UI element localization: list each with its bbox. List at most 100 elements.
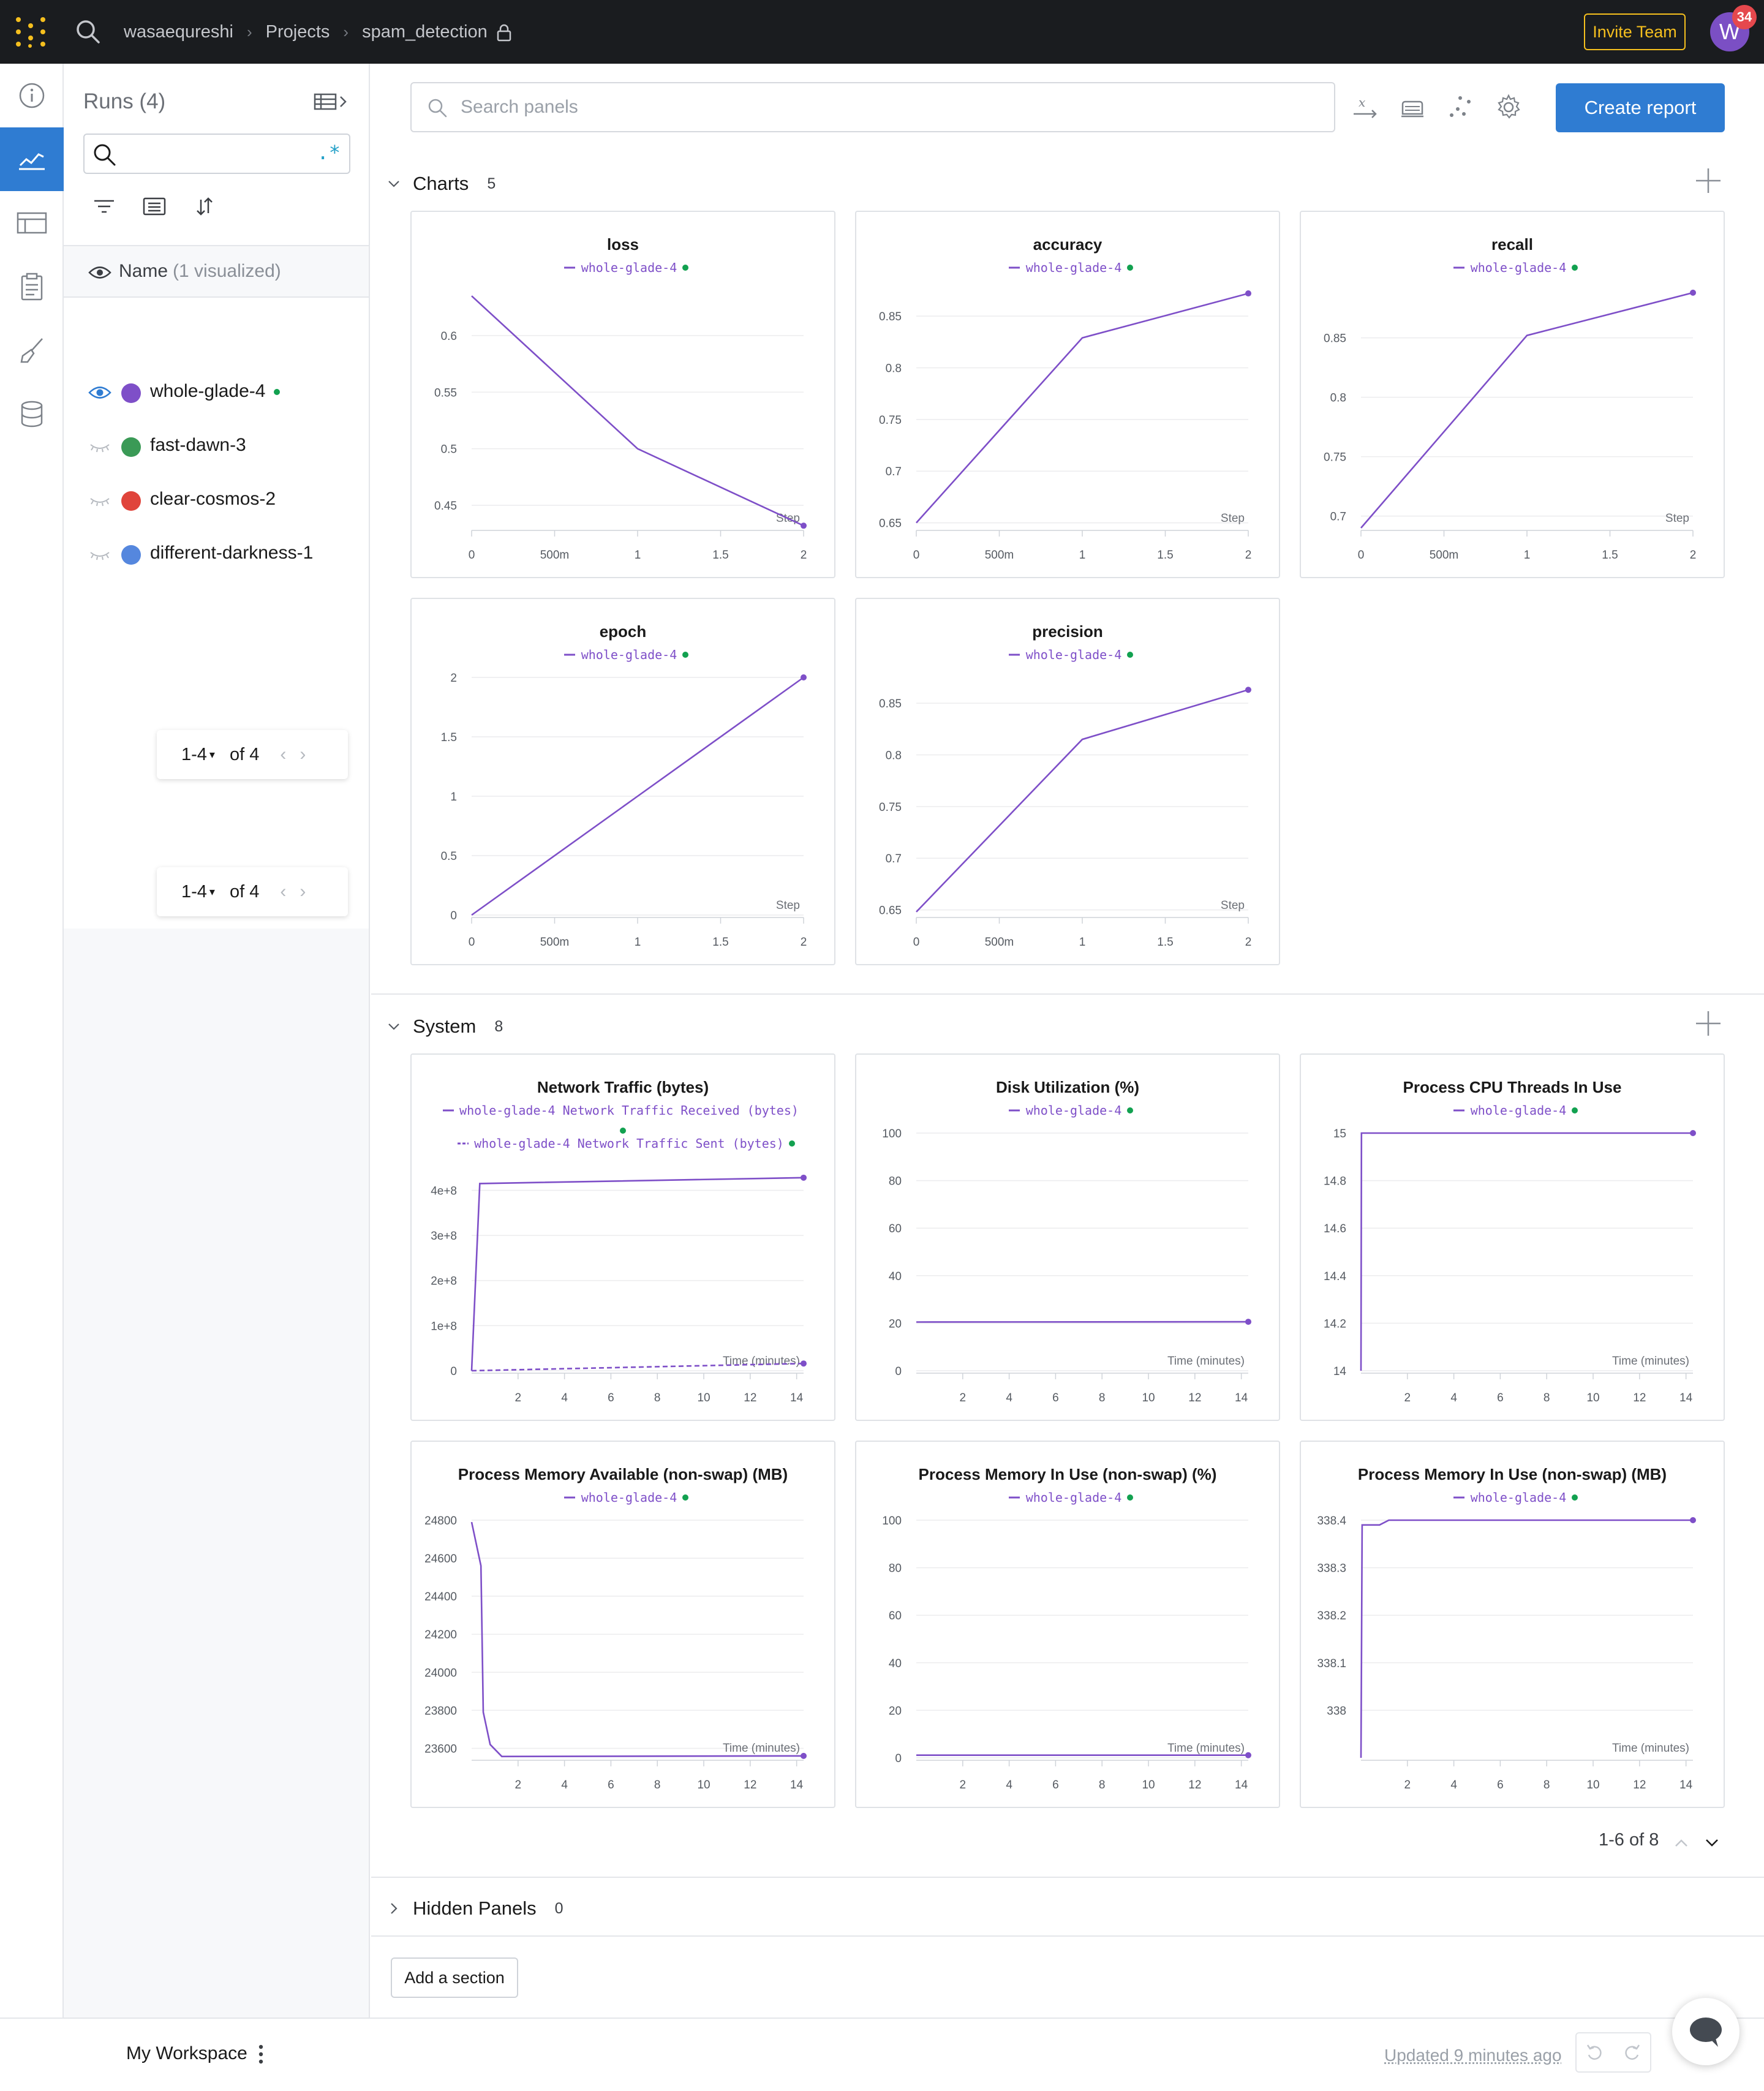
section-system-header[interactable]: System 8 — [387, 1008, 503, 1045]
add-section-button[interactable]: Add a section — [391, 1957, 518, 1998]
add-panel-plus-icon[interactable] — [1694, 167, 1722, 195]
runs-search-input[interactable]: .* — [83, 134, 350, 174]
sort-icon[interactable] — [192, 196, 217, 217]
legend-entry[interactable]: whole-glade-4 — [1453, 1103, 1578, 1118]
chart-panel-memory-available[interactable]: Process Memory Available (non-swap) (MB)… — [410, 1441, 835, 1808]
series-line[interactable] — [916, 688, 1249, 913]
legend-entry[interactable]: whole-glade-4 — [1009, 647, 1133, 662]
section-hidden-header[interactable]: Hidden Panels 0 — [387, 1890, 564, 1927]
pager-arrows-icon[interactable]: ‹› — [280, 744, 319, 765]
run-color-dot[interactable] — [121, 437, 141, 457]
x-tick-label: 1.5 — [1157, 936, 1173, 949]
breadcrumb: wasaequreshi › Projects › spam_detection — [124, 0, 512, 64]
pager-arrows-icon[interactable]: ‹› — [280, 881, 319, 902]
chart-panel-network-traffic[interactable]: Network Traffic (bytes) whole-glade-4 Net… — [410, 1053, 835, 1421]
group-icon[interactable] — [142, 196, 167, 217]
outliers-icon[interactable] — [1447, 93, 1475, 121]
smoothing-icon[interactable] — [1399, 93, 1427, 121]
legend-label: whole-glade-4 — [1026, 647, 1122, 662]
rail-artifacts[interactable] — [0, 382, 64, 446]
kebab-menu-icon[interactable] — [257, 2043, 265, 2065]
series-line[interactable] — [1360, 1132, 1693, 1371]
run-row[interactable]: whole-glade-4 — [64, 366, 369, 420]
column-name-label[interactable]: Name — [119, 261, 168, 282]
search-icon[interactable] — [74, 17, 103, 47]
eye-closed-icon[interactable] — [88, 439, 111, 454]
section-count: 0 — [554, 1899, 564, 1917]
workspace-name[interactable]: My Workspace — [126, 2043, 247, 2064]
chart-panel-memory-in-use-mb[interactable]: Process Memory In Use (non-swap) (MB) who… — [1300, 1441, 1725, 1808]
rail-sweeps[interactable] — [0, 318, 64, 382]
y-tick-label: 15 — [1333, 1128, 1346, 1140]
run-row[interactable]: different-darkness-1 — [64, 528, 369, 582]
legend-entry[interactable]: whole-glade-4 — [1453, 1490, 1578, 1505]
chart-title: Network Traffic (bytes) — [537, 1078, 709, 1096]
undo-icon[interactable] — [1585, 2043, 1605, 2062]
eye-closed-icon[interactable] — [88, 546, 111, 562]
chevron-down-icon[interactable] — [1703, 1834, 1721, 1852]
series-line[interactable] — [1360, 1519, 1693, 1758]
rail-table[interactable] — [0, 191, 64, 255]
run-color-dot[interactable] — [121, 491, 141, 511]
eye-closed-icon[interactable] — [88, 492, 111, 508]
chart-panel-accuracy[interactable]: accuracy whole-glade-4 0.65 0.7 0.75 0.8 0.85 0… — [855, 211, 1280, 578]
legend-entry[interactable]: whole-glade-4 — [1453, 260, 1578, 275]
run-color-dot[interactable] — [121, 545, 141, 565]
add-panel-plus-icon[interactable] — [1694, 1009, 1722, 1038]
series-line[interactable] — [471, 295, 804, 527]
wandb-logo-icon[interactable] — [15, 16, 48, 49]
settings-gear-icon[interactable] — [1494, 93, 1523, 121]
create-report-button[interactable]: Create report — [1556, 83, 1725, 132]
y-tick-label: 0.7 — [1330, 511, 1346, 524]
pager-range[interactable]: 1-4 — [181, 745, 207, 765]
section-charts-header[interactable]: Charts 5 — [387, 165, 496, 202]
run-color-dot[interactable] — [121, 383, 141, 403]
x-tick-label: 14 — [1679, 1779, 1693, 1791]
rail-reports[interactable] — [0, 255, 64, 318]
notification-badge[interactable]: 34 — [1732, 5, 1757, 29]
run-row[interactable]: clear-cosmos-2 — [64, 474, 369, 528]
series-line[interactable] — [916, 292, 1249, 524]
pager-range[interactable]: 1-4 — [181, 882, 207, 902]
chart-panel-precision[interactable]: precision whole-glade-4 0.65 0.7 0.75 0.8 0.85… — [855, 598, 1280, 965]
x-axis-icon[interactable]: x — [1351, 93, 1379, 121]
regex-toggle[interactable]: .* — [317, 141, 341, 164]
rail-charts[interactable] — [0, 127, 64, 191]
chart-panel-disk-utilization[interactable]: Disk Utilization (%) whole-glade-4 0 20 40 60… — [855, 1053, 1280, 1421]
series-line[interactable] — [470, 1177, 804, 1371]
filter-icon[interactable] — [92, 196, 116, 217]
chat-support-button[interactable] — [1672, 1998, 1740, 2065]
expand-table-icon[interactable] — [314, 92, 350, 111]
legend-entry[interactable]: whole-glade-4 Network Traffic Received (… — [443, 1103, 799, 1134]
legend-label: whole-glade-4 — [1471, 1490, 1567, 1505]
eye-icon[interactable] — [88, 385, 111, 401]
breadcrumb-projects[interactable]: Projects — [266, 22, 330, 42]
caret-down-icon[interactable]: ▾ — [209, 886, 215, 899]
chart-panel-memory-in-use-pct[interactable]: Process Memory In Use (non-swap) (%) whol… — [855, 1441, 1280, 1808]
series-line[interactable] — [470, 1521, 804, 1758]
legend-entry[interactable]: whole-glade-4 — [564, 1490, 688, 1505]
run-row[interactable]: fast-dawn-3 — [64, 420, 369, 474]
legend-entry[interactable]: whole-glade-4 — [1009, 1490, 1133, 1505]
redo-icon[interactable] — [1622, 2043, 1642, 2062]
legend-entry[interactable]: whole-glade-4 Network Traffic Sent (byte… — [458, 1136, 795, 1151]
legend-label: whole-glade-4 — [581, 260, 677, 275]
series-line[interactable] — [1360, 292, 1694, 529]
legend-entry[interactable]: whole-glade-4 — [564, 647, 688, 662]
chart-panel-loss[interactable]: loss whole-glade-4 0.45 0.5 0.55 0.6 0 500m 1 1.5… — [410, 211, 835, 578]
panel-search-input[interactable]: Search panels — [410, 82, 1335, 132]
legend-entry[interactable]: whole-glade-4 — [1009, 260, 1133, 275]
rail-overview[interactable] — [0, 64, 64, 127]
legend-entry[interactable]: whole-glade-4 — [564, 260, 688, 275]
breadcrumb-user[interactable]: wasaequreshi — [124, 22, 233, 42]
eye-icon[interactable] — [88, 265, 111, 281]
legend-entry[interactable]: whole-glade-4 — [1009, 1103, 1133, 1118]
chevron-up-icon[interactable] — [1672, 1834, 1691, 1852]
chart-panel-recall[interactable]: recall whole-glade-4 0.7 0.75 0.8 0.85 0 500m 1 1… — [1300, 211, 1725, 578]
chart-panel-epoch[interactable]: epoch whole-glade-4 0 0.5 1 1.5 2 0 500m 1 1.5 2 Ste… — [410, 598, 835, 965]
caret-down-icon[interactable]: ▾ — [209, 748, 215, 761]
chart-panel-cpu-threads[interactable]: Process CPU Threads In Use whole-glade-4 1… — [1300, 1053, 1725, 1421]
breadcrumb-project[interactable]: spam_detection — [362, 22, 512, 42]
x-tick-label: 1.5 — [1157, 549, 1173, 562]
invite-team-button[interactable]: Invite Team — [1584, 13, 1686, 50]
